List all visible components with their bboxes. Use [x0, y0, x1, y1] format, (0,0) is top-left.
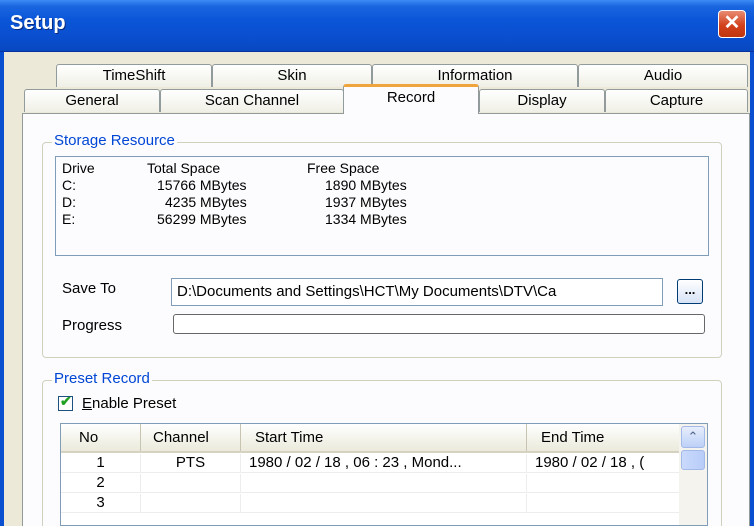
column-header-end-time[interactable]: End Time	[527, 424, 679, 451]
column-header-channel[interactable]: Channel	[141, 424, 241, 451]
row-no: 2	[61, 474, 141, 493]
table-row[interactable]: 1 PTS 1980 / 02 / 18 , 06 : 23 , Mond...…	[61, 454, 679, 473]
storage-drive-list[interactable]: Drive Total Space Free Space C: 15766 MB…	[55, 156, 709, 256]
column-header-start-time[interactable]: Start Time	[241, 424, 527, 451]
browse-button[interactable]: ...	[677, 279, 703, 304]
row-channel: PTS	[141, 454, 241, 473]
drive-header: Drive	[62, 160, 95, 176]
storage-resource-label: Storage Resource	[52, 132, 177, 149]
row-start-time	[241, 474, 527, 493]
total-space-cell: 4235 MBytes	[165, 194, 247, 210]
free-space-header: Free Space	[307, 160, 380, 176]
row-end-time: 1980 / 02 / 18 , (	[535, 454, 645, 471]
scroll-up-button[interactable]: ⌃	[681, 426, 705, 448]
preset-record-list[interactable]: No Channel Start Time End Time 1 PTS 198…	[60, 423, 708, 526]
row-channel	[141, 474, 241, 493]
drive-cell: D:	[62, 194, 76, 210]
row-end-time	[527, 494, 679, 513]
preset-record-label: Preset Record	[52, 370, 152, 387]
total-space-header: Total Space	[147, 160, 221, 176]
drive-cell: E:	[62, 211, 76, 227]
table-row[interactable]: 3	[61, 494, 679, 513]
drive-cell: C:	[62, 177, 76, 193]
total-space-cell: 56299 MBytes	[157, 211, 247, 227]
total-space-cell: 15766 MBytes	[157, 177, 247, 193]
list-header: No Channel Start Time End Time	[61, 424, 707, 453]
row-no: 3	[61, 494, 141, 513]
scroll-thumb[interactable]	[681, 450, 705, 470]
enable-preset-label[interactable]: Enable Preset	[82, 395, 176, 412]
checkmark-icon: ✔	[60, 393, 72, 409]
progress-label: Progress	[62, 317, 123, 334]
table-row[interactable]: 2	[61, 474, 679, 493]
row-start-time: 1980 / 02 / 18 , 06 : 23 , Mond...	[241, 454, 527, 473]
free-space-cell: 1890 MBytes	[325, 177, 407, 193]
column-header-no[interactable]: No	[61, 424, 141, 451]
enable-preset-checkbox[interactable]: ✔	[58, 393, 73, 411]
save-to-path-field[interactable]: D:\Documents and Settings\HCT\My Documen…	[171, 278, 663, 306]
vertical-scrollbar[interactable]: ⌃	[679, 424, 707, 525]
record-progress-bar	[173, 314, 705, 334]
row-start-time	[241, 494, 527, 513]
enable-preset-mnemonic: E	[82, 395, 93, 412]
row-end-time	[527, 474, 679, 493]
free-space-cell: 1937 MBytes	[325, 194, 407, 210]
row-channel	[141, 494, 241, 513]
free-space-cell: 1334 MBytes	[325, 211, 407, 227]
row-no: 1	[61, 454, 141, 473]
save-to-label: Save To	[62, 280, 116, 297]
enable-preset-text: nable Preset	[92, 395, 177, 412]
chevron-up-icon: ⌃	[687, 429, 699, 444]
